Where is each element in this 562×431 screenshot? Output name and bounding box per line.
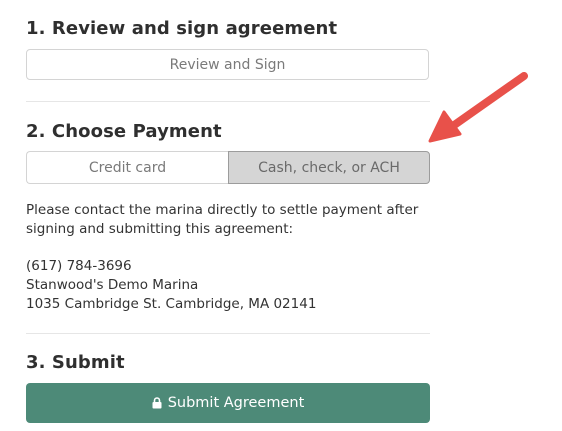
submit-agreement-label: Submit Agreement	[167, 395, 305, 411]
payment-instructions: Please contact the marina directly to se…	[26, 201, 418, 239]
cash-check-ach-option[interactable]: Cash, check, or ACH	[228, 151, 430, 184]
arrow-icon	[420, 66, 535, 150]
marina-name: Stanwood's Demo Marina	[26, 277, 199, 293]
payment-instructions-line: signing and submitting this agreement:	[26, 221, 294, 237]
section-divider	[26, 333, 430, 334]
section-payment-title: 2. Choose Payment	[26, 121, 222, 142]
submit-agreement-button[interactable]: Submit Agreement	[26, 383, 430, 423]
section-divider	[26, 101, 430, 102]
payment-agreement-page: 1. Review and sign agreement Review and …	[0, 0, 562, 431]
lock-icon	[152, 397, 162, 409]
credit-card-option[interactable]: Credit card	[26, 151, 228, 184]
marina-address: 1035 Cambridge St. Cambridge, MA 02141	[26, 296, 317, 312]
marina-contact-info: (617) 784-3696 Stanwood's Demo Marina 10…	[26, 257, 316, 314]
payment-instructions-line: Please contact the marina directly to se…	[26, 202, 419, 218]
review-and-sign-button[interactable]: Review and Sign	[26, 49, 429, 80]
section-submit-title: 3. Submit	[26, 352, 125, 373]
marina-phone: (617) 784-3696	[26, 258, 132, 274]
section-review-title: 1. Review and sign agreement	[26, 18, 338, 39]
payment-method-toggle: Credit card Cash, check, or ACH	[26, 151, 430, 184]
